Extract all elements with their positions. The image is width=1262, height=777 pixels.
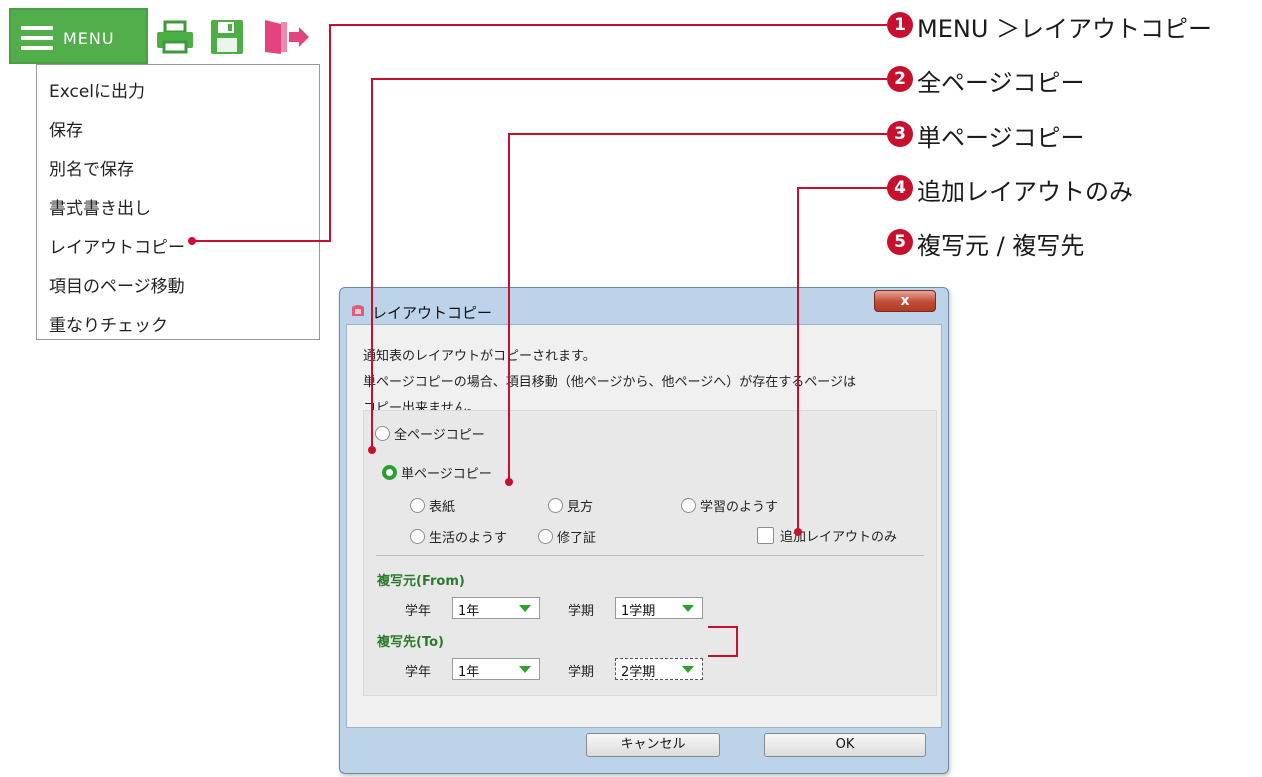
callout-number-badge: 3 [887,121,913,147]
callout-text: 単ページコピー [917,124,1085,152]
callout-number-badge: 4 [887,175,913,201]
callout-text: 複写元 / 複写先 [917,232,1085,260]
callout-number-badge: 2 [887,66,913,92]
callout-number-badge: 1 [887,12,913,38]
callout-1: 1 MENU ＞レイアウトコピー [887,8,1257,43]
callout-number-badge: 5 [887,229,913,255]
callout-3: 3 単ページコピー [887,117,1257,152]
callout-text: MENU ＞レイアウトコピー [917,15,1213,43]
callout-5: 5 複写元 / 複写先 [887,225,1257,260]
callout-text: 全ページコピー [917,69,1085,97]
callout-text: 追加レイアウトのみ [917,178,1133,206]
callout-2: 2 全ページコピー [887,62,1257,97]
callout-4: 4 追加レイアウトのみ [887,171,1257,206]
